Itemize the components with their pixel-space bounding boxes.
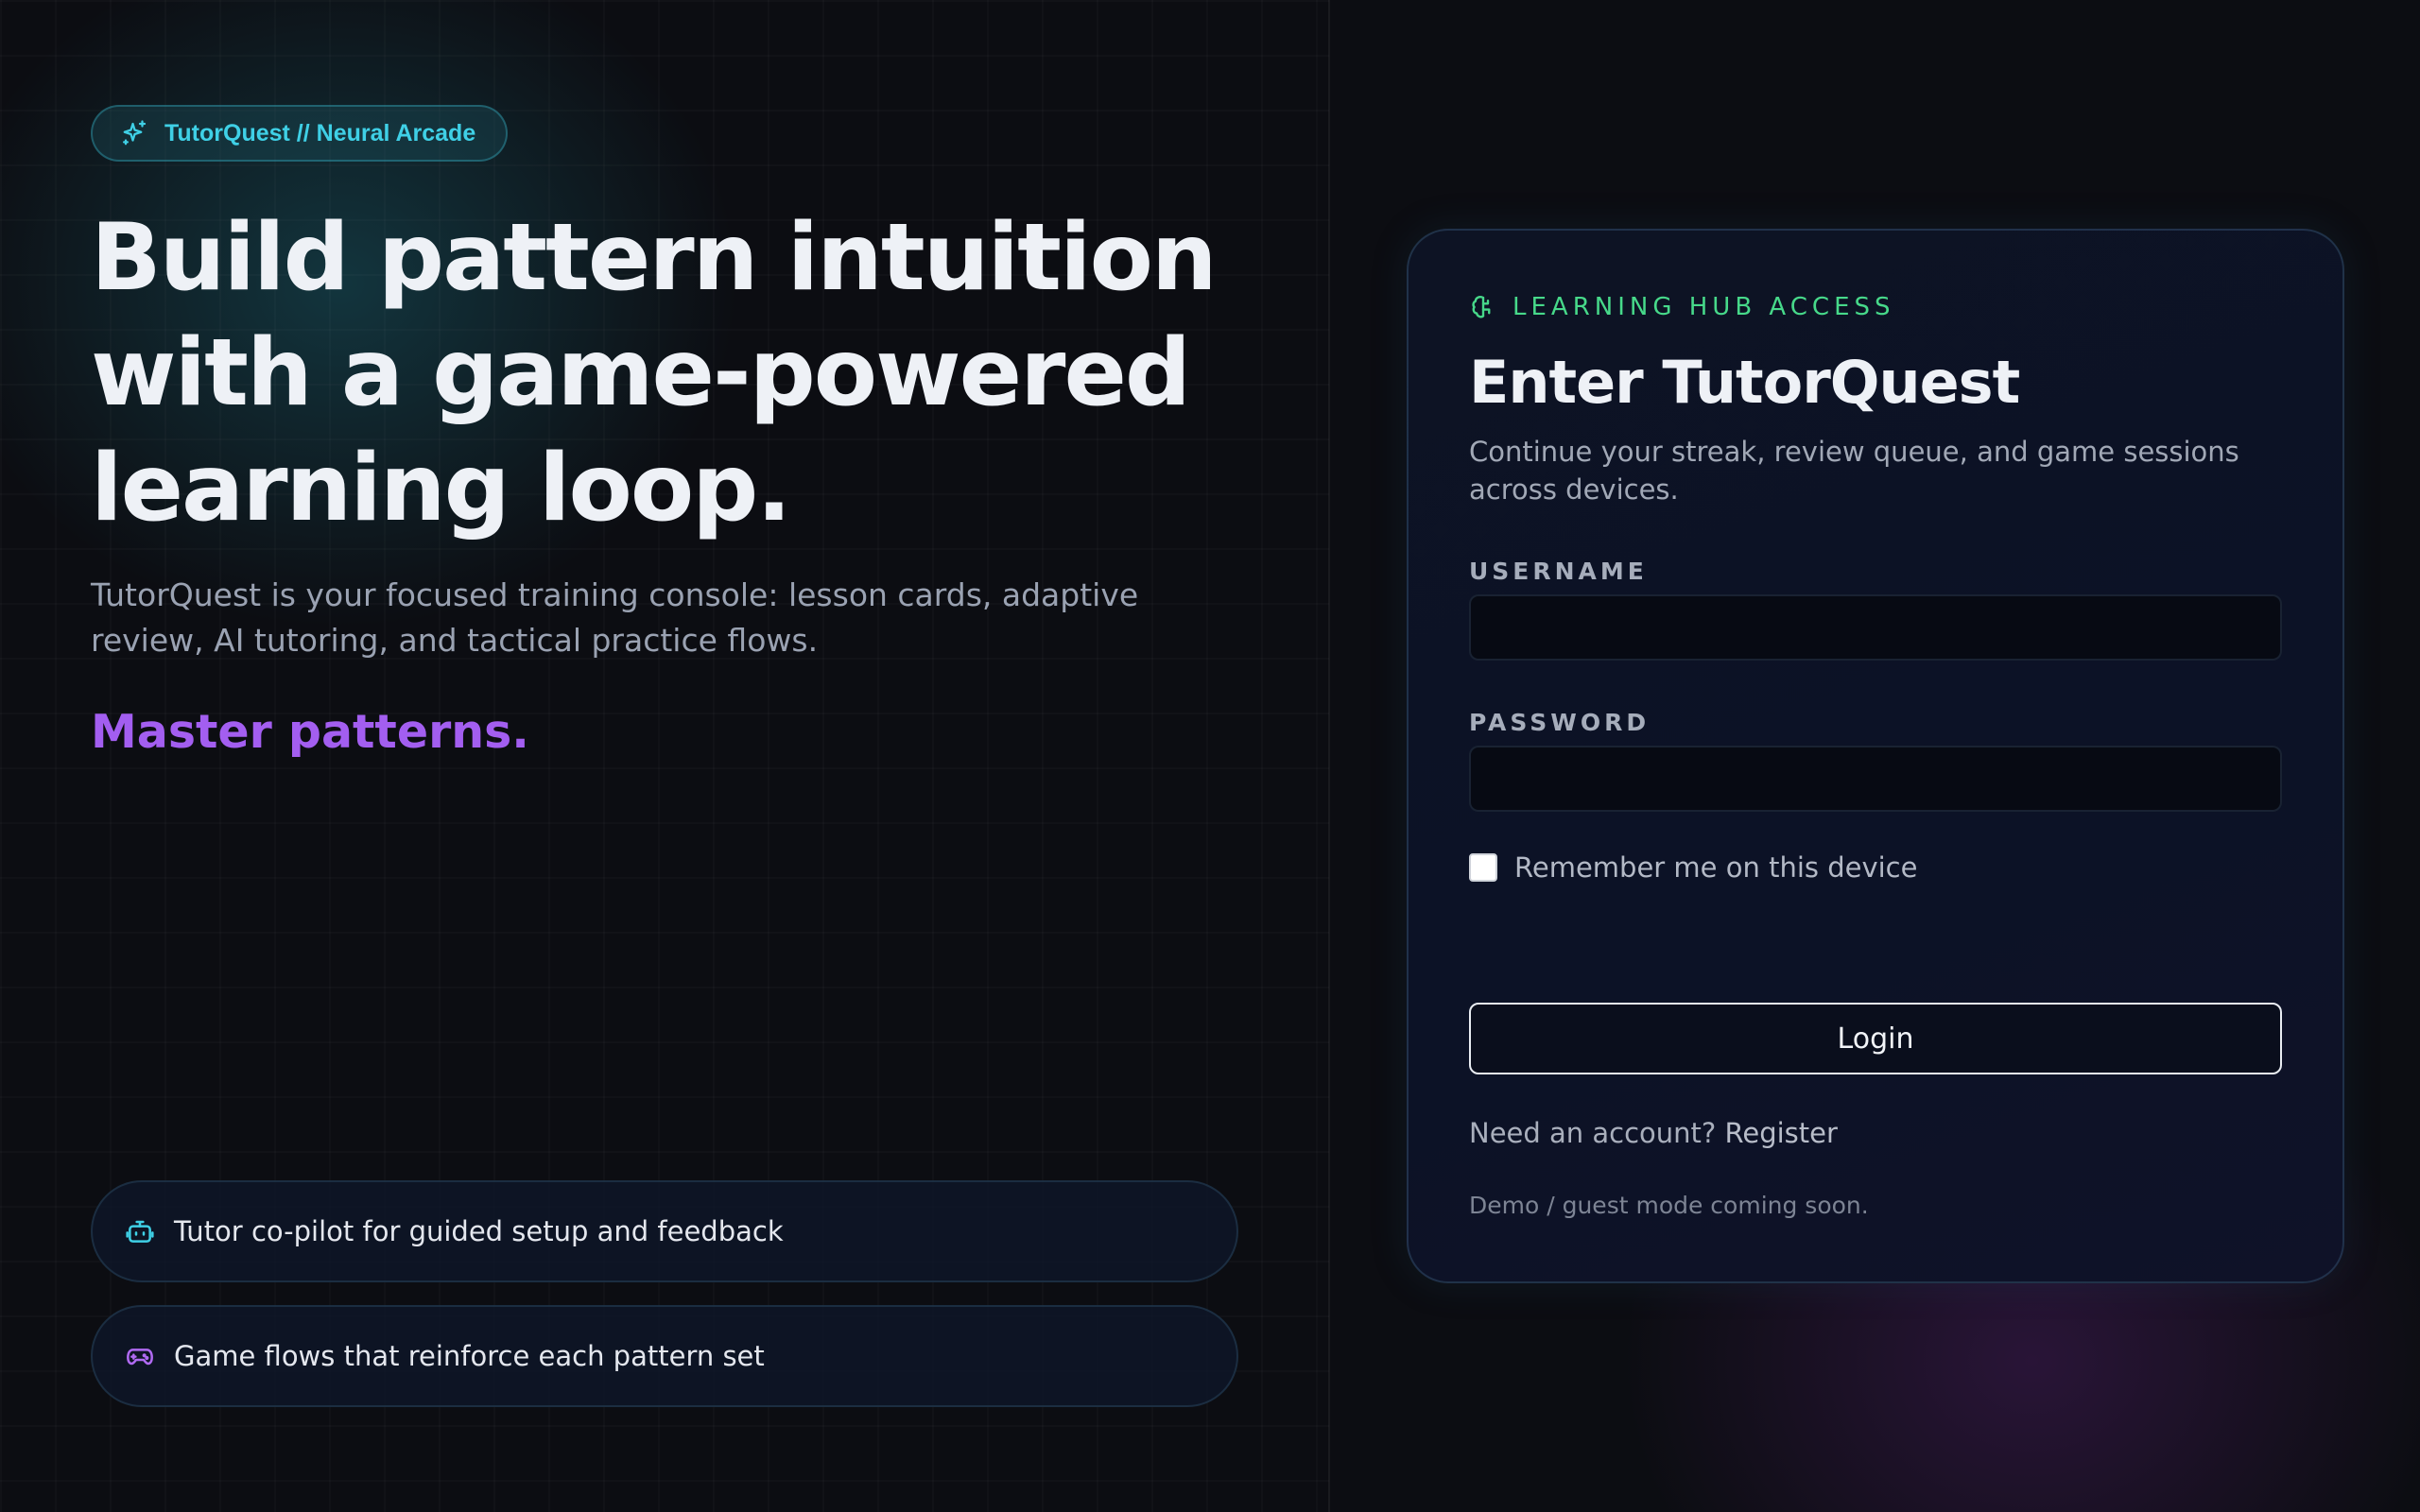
panel-divider <box>1328 0 1330 1512</box>
gamepad-icon <box>127 1349 153 1366</box>
hero-subtitle: TutorQuest is your focused training cons… <box>91 576 1139 659</box>
card-kicker: LEARNING HUB ACCESS <box>1469 293 1895 321</box>
feature-label: Game flows that reinforce each pattern s… <box>174 1340 765 1372</box>
brain-icon <box>1472 296 1491 318</box>
card-title: Enter TutorQuest <box>1469 348 2020 417</box>
remember-me-row[interactable]: Remember me on this device <box>1469 851 1917 884</box>
username-label: USERNAME <box>1469 558 1648 585</box>
login-page: TutorQuest // Neural Arcade Build patter… <box>0 0 2420 1512</box>
hero-title-line-3: learning loop. <box>91 435 792 542</box>
username-input[interactable] <box>1469 594 2282 661</box>
register-prompt: Need an account? Register <box>1469 1117 1838 1149</box>
feature-tutor-copilot: Tutor co-pilot for guided setup and feed… <box>91 1180 1238 1282</box>
register-link[interactable]: Register <box>1725 1117 1838 1149</box>
card-kicker-label: LEARNING HUB ACCESS <box>1512 293 1895 321</box>
password-input[interactable] <box>1469 746 2282 812</box>
remember-me-label: Remember me on this device <box>1514 851 1918 884</box>
register-prompt-text: Need an account? <box>1469 1117 1717 1149</box>
hero-tagline: Master patterns. <box>91 705 529 759</box>
password-label: PASSWORD <box>1469 709 1651 736</box>
brand-badge-label: TutorQuest // Neural Arcade <box>164 119 476 146</box>
remember-me-checkbox[interactable] <box>1469 853 1497 882</box>
feature-game-flows: Game flows that reinforce each pattern s… <box>91 1305 1238 1407</box>
hero-title: Build pattern intuition with a game-powe… <box>91 200 1244 546</box>
card-subtitle: Continue your streak, review queue, and … <box>1469 436 2239 506</box>
hero-title-line-2: with a game-powered <box>91 319 1191 427</box>
hero-title-line-1: Build pattern intuition <box>91 204 1218 312</box>
brand-badge: TutorQuest // Neural Arcade <box>91 105 509 162</box>
robot-icon <box>126 1220 154 1243</box>
feature-label: Tutor co-pilot for guided setup and feed… <box>174 1215 784 1247</box>
demo-note: Demo / guest mode coming soon. <box>1469 1192 1869 1219</box>
login-button[interactable]: Login <box>1469 1003 2282 1074</box>
login-card: LEARNING HUB ACCESS Enter TutorQuest Con… <box>1407 229 2344 1283</box>
sparkles-icon <box>123 120 147 146</box>
